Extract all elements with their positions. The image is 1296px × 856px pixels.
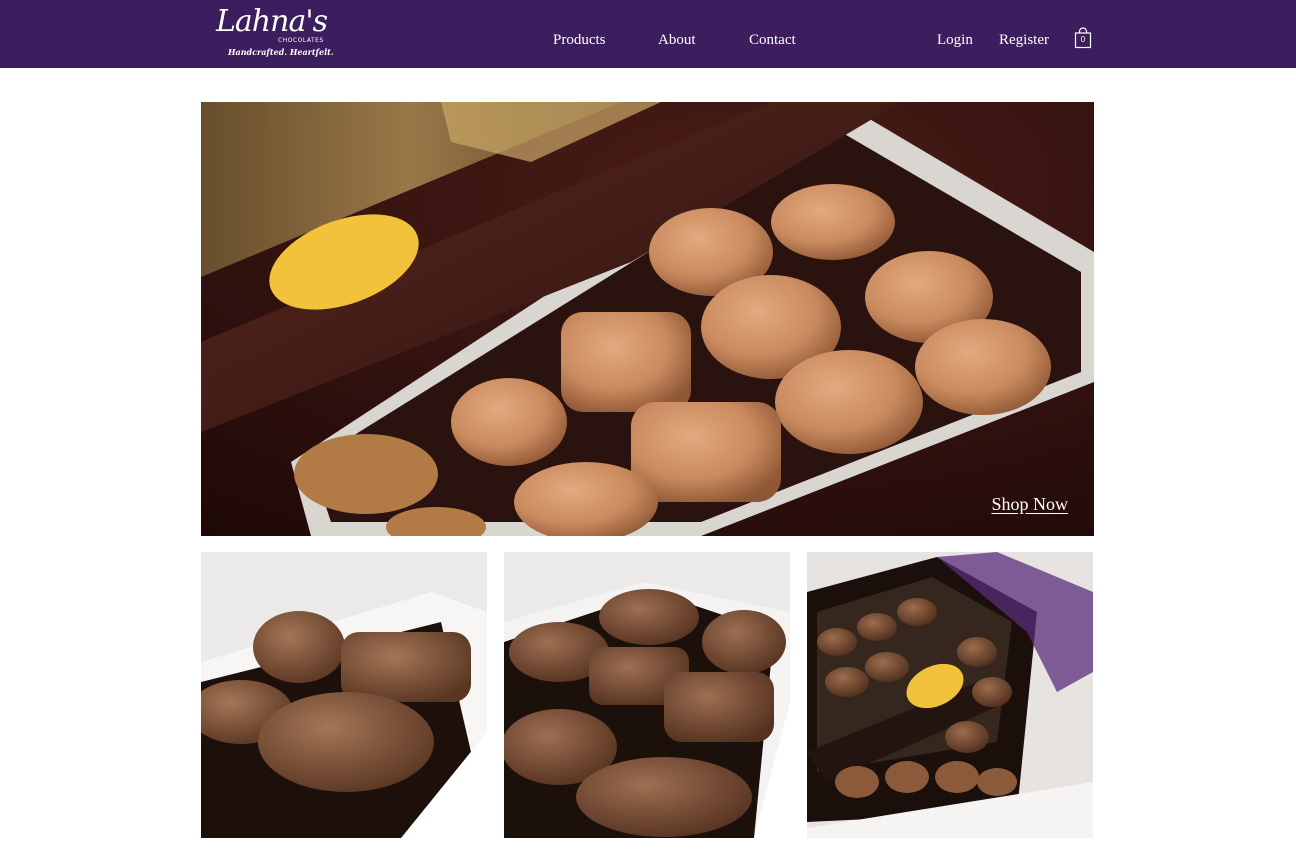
product-image-small-box	[201, 552, 487, 838]
product-image-gift-box	[807, 552, 1093, 838]
cart-button[interactable]: 0	[1074, 27, 1092, 49]
brand-logo[interactable]: Lahna's CHOCOLATES Handcrafted. Heartfel…	[214, 4, 334, 62]
hero-chocolate-box-image	[201, 102, 1094, 536]
logo-script: Lahna's	[216, 4, 328, 39]
site-header: Lahna's CHOCOLATES Handcrafted. Heartfel…	[0, 0, 1296, 68]
product-image-assorted-box	[504, 552, 790, 838]
product-thumb-2[interactable]	[504, 552, 790, 838]
shop-now-link[interactable]: Shop Now	[991, 494, 1068, 515]
nav-register[interactable]: Register	[999, 32, 1049, 49]
nav-products[interactable]: Products	[553, 32, 606, 49]
nav-about[interactable]: About	[658, 32, 696, 49]
nav-login[interactable]: Login	[937, 32, 973, 49]
cart-count: 0	[1080, 35, 1086, 44]
product-thumb-1[interactable]	[201, 552, 487, 838]
product-thumb-3[interactable]	[807, 552, 1093, 838]
logo-tagline: Handcrafted. Heartfelt.	[228, 47, 334, 57]
logo-subtext: CHOCOLATES	[278, 37, 324, 44]
hero-banner[interactable]: Shop Now	[201, 102, 1094, 536]
nav-contact[interactable]: Contact	[749, 32, 796, 49]
